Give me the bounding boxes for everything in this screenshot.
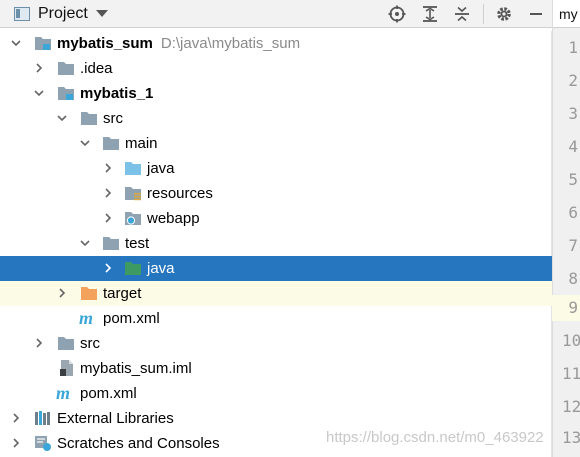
tree-label: webapp xyxy=(147,210,200,227)
iml-file-icon xyxy=(60,360,73,376)
line-number: 11 xyxy=(562,364,580,383)
line-number: 6 xyxy=(568,203,578,222)
project-view-title[interactable]: Project xyxy=(38,5,88,23)
library-icon xyxy=(35,411,50,425)
collapse-all-icon[interactable] xyxy=(452,4,472,24)
tree-label: pom.xml xyxy=(80,385,137,402)
tree-row-mybatis-sum[interactable]: mybatis_sum D:\java\mybatis_sum xyxy=(0,31,552,56)
editor-tab[interactable]: my xyxy=(553,0,580,28)
folder-icon xyxy=(58,62,74,75)
module-folder-icon xyxy=(35,37,51,50)
excluded-folder-icon xyxy=(81,287,97,300)
tree-label: src xyxy=(103,110,123,127)
tree-row-resources[interactable]: resources xyxy=(0,181,552,206)
locate-file-icon[interactable] xyxy=(387,4,407,24)
line-number: 13 xyxy=(562,428,580,447)
editor-gutter: my 1 2 3 4 5 6 7 8 9 10 11 12 13 xyxy=(552,0,580,457)
line-number: 12 xyxy=(562,397,580,416)
tree-label: java xyxy=(147,160,175,177)
line-number: 1 xyxy=(568,38,578,57)
tree-row-module-pom[interactable]: m pom.xml xyxy=(0,306,552,331)
tree-row-webapp[interactable]: webapp xyxy=(0,206,552,231)
tree-row-test-java[interactable]: java xyxy=(0,256,552,281)
project-view-icon xyxy=(14,6,30,21)
tree-row-iml[interactable]: mybatis_sum.iml xyxy=(0,356,552,381)
line-number: 4 xyxy=(568,137,578,156)
collapsed-chevron-icon[interactable] xyxy=(33,62,45,74)
line-number: 3 xyxy=(568,104,578,123)
line-number: 2 xyxy=(568,71,578,90)
collapsed-chevron-icon[interactable] xyxy=(33,337,45,349)
tree-label: .idea xyxy=(80,60,113,77)
resources-folder-icon xyxy=(125,187,141,201)
collapsed-chevron-icon[interactable] xyxy=(102,212,114,224)
toolbar-separator xyxy=(483,4,484,24)
project-tree: mybatis_sum D:\java\mybatis_sum .idea myb… xyxy=(0,31,552,457)
line-number: 7 xyxy=(568,236,578,255)
tree-label: resources xyxy=(147,185,213,202)
tree-label: java xyxy=(147,260,175,277)
line-number: 8 xyxy=(568,269,578,288)
tree-row-root-pom[interactable]: m pom.xml xyxy=(0,381,552,406)
tree-label: Scratches and Consoles xyxy=(57,435,220,452)
project-tool-window-header: Project xyxy=(0,0,552,28)
collapsed-chevron-icon[interactable] xyxy=(102,187,114,199)
folder-icon xyxy=(103,237,119,250)
tree-row-external-libraries[interactable]: External Libraries xyxy=(0,406,552,431)
collapsed-chevron-icon[interactable] xyxy=(102,162,114,174)
expand-all-icon[interactable] xyxy=(420,4,440,24)
tree-row-src[interactable]: src xyxy=(0,106,552,131)
scratches-icon xyxy=(35,436,51,451)
folder-icon xyxy=(81,112,97,125)
svg-text:m: m xyxy=(56,385,70,401)
tree-row-main[interactable]: main xyxy=(0,131,552,156)
line-number-current: 9 xyxy=(552,295,580,321)
tree-row-target[interactable]: target xyxy=(0,281,552,306)
tree-label: mybatis_sum.iml xyxy=(80,360,192,377)
collapsed-chevron-icon[interactable] xyxy=(56,287,68,299)
folder-icon xyxy=(58,337,74,350)
tree-label: main xyxy=(125,135,158,152)
tree-label: pom.xml xyxy=(103,310,160,327)
tree-row-mybatis-1[interactable]: mybatis_1 xyxy=(0,81,552,106)
tree-label: External Libraries xyxy=(57,410,174,427)
expanded-chevron-icon[interactable] xyxy=(56,112,68,124)
tree-label: mybatis_1 xyxy=(80,85,154,102)
test-source-folder-icon xyxy=(125,262,141,275)
tree-label: src xyxy=(80,335,100,352)
svg-text:m: m xyxy=(79,310,93,326)
minimize-icon[interactable] xyxy=(526,4,546,24)
collapsed-chevron-icon[interactable] xyxy=(10,437,22,449)
tree-label: mybatis_sum xyxy=(57,35,153,52)
collapsed-chevron-icon[interactable] xyxy=(10,412,22,424)
line-number: 10 xyxy=(562,331,580,350)
tree-label: target xyxy=(103,285,142,302)
maven-icon: m xyxy=(79,310,93,326)
watermark-text: https://blog.csdn.net/m0_463922 xyxy=(326,429,544,446)
line-number: 5 xyxy=(568,170,578,189)
tree-row-test[interactable]: test xyxy=(0,231,552,256)
module-folder-icon xyxy=(58,87,74,100)
expanded-chevron-icon[interactable] xyxy=(10,37,22,49)
tree-row-root-src[interactable]: src xyxy=(0,331,552,356)
tree-label: test xyxy=(125,235,150,252)
view-dropdown-icon[interactable] xyxy=(95,10,108,17)
tree-path-hint: D:\java\mybatis_sum xyxy=(160,35,301,52)
gear-icon[interactable] xyxy=(494,4,514,24)
collapsed-chevron-icon[interactable] xyxy=(102,262,114,274)
expanded-chevron-icon[interactable] xyxy=(79,237,91,249)
expanded-chevron-icon[interactable] xyxy=(33,87,45,99)
expanded-chevron-icon[interactable] xyxy=(79,137,91,149)
web-folder-icon xyxy=(125,212,141,225)
maven-icon: m xyxy=(56,385,70,401)
source-folder-icon xyxy=(125,162,141,175)
folder-icon xyxy=(103,137,119,150)
tree-row-main-java[interactable]: java xyxy=(0,156,552,181)
tree-row-idea[interactable]: .idea xyxy=(0,56,552,81)
